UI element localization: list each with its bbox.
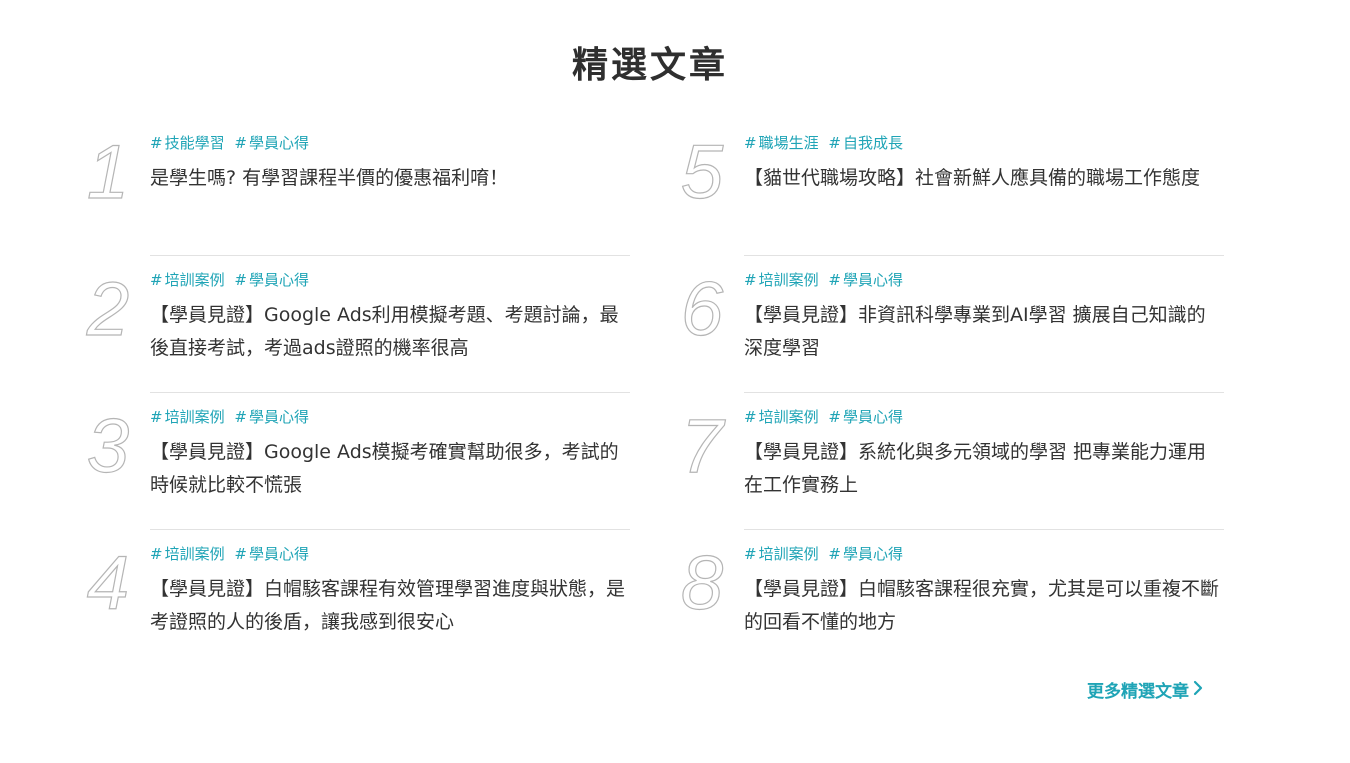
rank-number-text: 2 [86, 267, 129, 351]
rank-number-text: 7 [681, 404, 726, 488]
article-item[interactable]: 8 # 培訓案例 # 學員心得 【學員見證】白帽駭客課程很充實，尤其是可以重複不斷的… [664, 540, 1224, 678]
article-tags: # 培訓案例 # 學員心得 [150, 404, 630, 430]
tag-link[interactable]: # 培訓案例 [150, 271, 225, 289]
rank-number-text: 8 [681, 541, 723, 625]
tag-link[interactable]: # 學員心得 [234, 408, 309, 426]
rank-number-text: 3 [87, 404, 129, 488]
tag-link[interactable]: # 培訓案例 [744, 271, 819, 289]
divider [744, 392, 1224, 393]
tag-link[interactable]: # 學員心得 [828, 271, 903, 289]
chevron-right-icon [1193, 678, 1203, 704]
article-title-link[interactable]: 【學員見證】白帽駭客課程有效管理學習進度與狀態，是考證照的人的後盾，讓我感到很安… [150, 573, 630, 639]
article-rank-number: 6 [664, 261, 740, 351]
article-item[interactable]: 5 # 職場生涯 # 自我成長 【貓世代職場攻略】社會新鮮人應具備的職場工作態度 [664, 129, 1224, 267]
rank-number-text: 6 [681, 267, 724, 351]
article-title-link[interactable]: 是學生嗎? 有學習課程半價的優惠福利唷！ [150, 162, 630, 195]
divider [150, 529, 630, 530]
article-body: # 培訓案例 # 學員心得 【學員見證】白帽駭客課程有效管理學習進度與狀態，是考證照… [150, 541, 630, 639]
article-tags: # 培訓案例 # 學員心得 [150, 267, 630, 293]
article-item[interactable]: 6 # 培訓案例 # 學員心得 【學員見證】非資訊科學專業到AI學習 擴展自己知識的… [664, 266, 1224, 404]
article-title-link[interactable]: 【學員見證】白帽駭客課程很充實，尤其是可以重複不斷的回看不懂的地方 [744, 573, 1224, 639]
article-item[interactable]: 1 # 技能學習 # 學員心得 是學生嗎? 有學習課程半價的優惠福利唷！ [70, 129, 630, 267]
article-rank-number: 5 [664, 124, 740, 214]
article-body: # 培訓案例 # 學員心得 【學員見證】白帽駭客課程很充實，尤其是可以重複不斷的回看… [744, 541, 1224, 639]
tag-link[interactable]: # 學員心得 [234, 271, 309, 289]
article-title-link[interactable]: 【學員見證】非資訊科學專業到AI學習 擴展自己知識的深度學習 [744, 299, 1224, 365]
tag-link[interactable]: # 培訓案例 [744, 545, 819, 563]
article-tags: # 培訓案例 # 學員心得 [744, 541, 1224, 567]
tag-link[interactable]: # 培訓案例 [150, 408, 225, 426]
tag-link[interactable]: # 學員心得 [234, 134, 309, 152]
more-articles-link[interactable]: 更多精選文章 [1087, 679, 1203, 705]
rank-number-text: 1 [87, 130, 129, 214]
article-item[interactable]: 3 # 培訓案例 # 學員心得 【學員見證】Google Ads模擬考確實幫助很多，… [70, 403, 630, 541]
tag-link[interactable]: # 自我成長 [828, 134, 903, 152]
article-body: # 培訓案例 # 學員心得 【學員見證】Google Ads利用模擬考題、考題討論，… [150, 267, 630, 365]
article-item[interactable]: 2 # 培訓案例 # 學員心得 【學員見證】Google Ads利用模擬考題、考題討… [70, 266, 630, 404]
divider [150, 255, 630, 256]
article-body: # 職場生涯 # 自我成長 【貓世代職場攻略】社會新鮮人應具備的職場工作態度 [744, 130, 1224, 195]
article-body: # 培訓案例 # 學員心得 【學員見證】Google Ads模擬考確實幫助很多，考試… [150, 404, 630, 502]
article-body: # 培訓案例 # 學員心得 【學員見證】非資訊科學專業到AI學習 擴展自己知識的深度… [744, 267, 1224, 365]
article-tags: # 職場生涯 # 自我成長 [744, 130, 1224, 156]
divider [744, 255, 1224, 256]
article-rank-number: 3 [70, 398, 146, 488]
article-rank-number: 7 [664, 398, 740, 488]
tag-link[interactable]: # 學員心得 [828, 545, 903, 563]
article-title-link[interactable]: 【學員見證】系統化與多元領域的學習 把專業能力運用在工作實務上 [744, 436, 1224, 502]
more-articles-label: 更多精選文章 [1087, 682, 1189, 702]
article-column-left: 1 # 技能學習 # 學員心得 是學生嗎? 有學習課程半價的優惠福利唷！ 2 # 培訓… [70, 129, 630, 678]
article-tags: # 培訓案例 # 學員心得 [744, 267, 1224, 293]
article-rank-number: 8 [664, 535, 740, 625]
tag-link[interactable]: # 學員心得 [828, 408, 903, 426]
article-body: # 技能學習 # 學員心得 是學生嗎? 有學習課程半價的優惠福利唷！ [150, 130, 630, 195]
article-item[interactable]: 7 # 培訓案例 # 學員心得 【學員見證】系統化與多元領域的學習 把專業能力運用在… [664, 403, 1224, 541]
article-body: # 培訓案例 # 學員心得 【學員見證】系統化與多元領域的學習 把專業能力運用在工作… [744, 404, 1224, 502]
tag-link[interactable]: # 學員心得 [234, 545, 309, 563]
tag-link[interactable]: # 職場生涯 [744, 134, 819, 152]
divider [150, 392, 630, 393]
article-rank-number: 4 [70, 535, 146, 625]
section-title: 精選文章 [571, 45, 728, 86]
rank-number-text: 5 [681, 130, 724, 214]
tag-link[interactable]: # 技能學習 [150, 134, 225, 152]
article-title-link[interactable]: 【學員見證】Google Ads模擬考確實幫助很多，考試的時候就比較不慌張 [150, 436, 630, 502]
article-tags: # 培訓案例 # 學員心得 [150, 541, 630, 567]
divider [744, 529, 1224, 530]
article-item[interactable]: 4 # 培訓案例 # 學員心得 【學員見證】白帽駭客課程有效管理學習進度與狀態，是考… [70, 540, 630, 678]
tag-link[interactable]: # 培訓案例 [150, 545, 225, 563]
article-column-right: 5 # 職場生涯 # 自我成長 【貓世代職場攻略】社會新鮮人應具備的職場工作態度 6… [664, 129, 1224, 678]
article-title-link[interactable]: 【學員見證】Google Ads利用模擬考題、考題討論，最後直接考試，考過ads… [150, 299, 630, 365]
article-rank-number: 2 [70, 261, 146, 351]
tag-link[interactable]: # 培訓案例 [744, 408, 819, 426]
article-rank-number: 1 [70, 124, 146, 214]
article-tags: # 培訓案例 # 學員心得 [744, 404, 1224, 430]
rank-number-text: 4 [87, 541, 129, 625]
article-tags: # 技能學習 # 學員心得 [150, 130, 630, 156]
article-title-link[interactable]: 【貓世代職場攻略】社會新鮮人應具備的職場工作態度 [744, 162, 1224, 195]
